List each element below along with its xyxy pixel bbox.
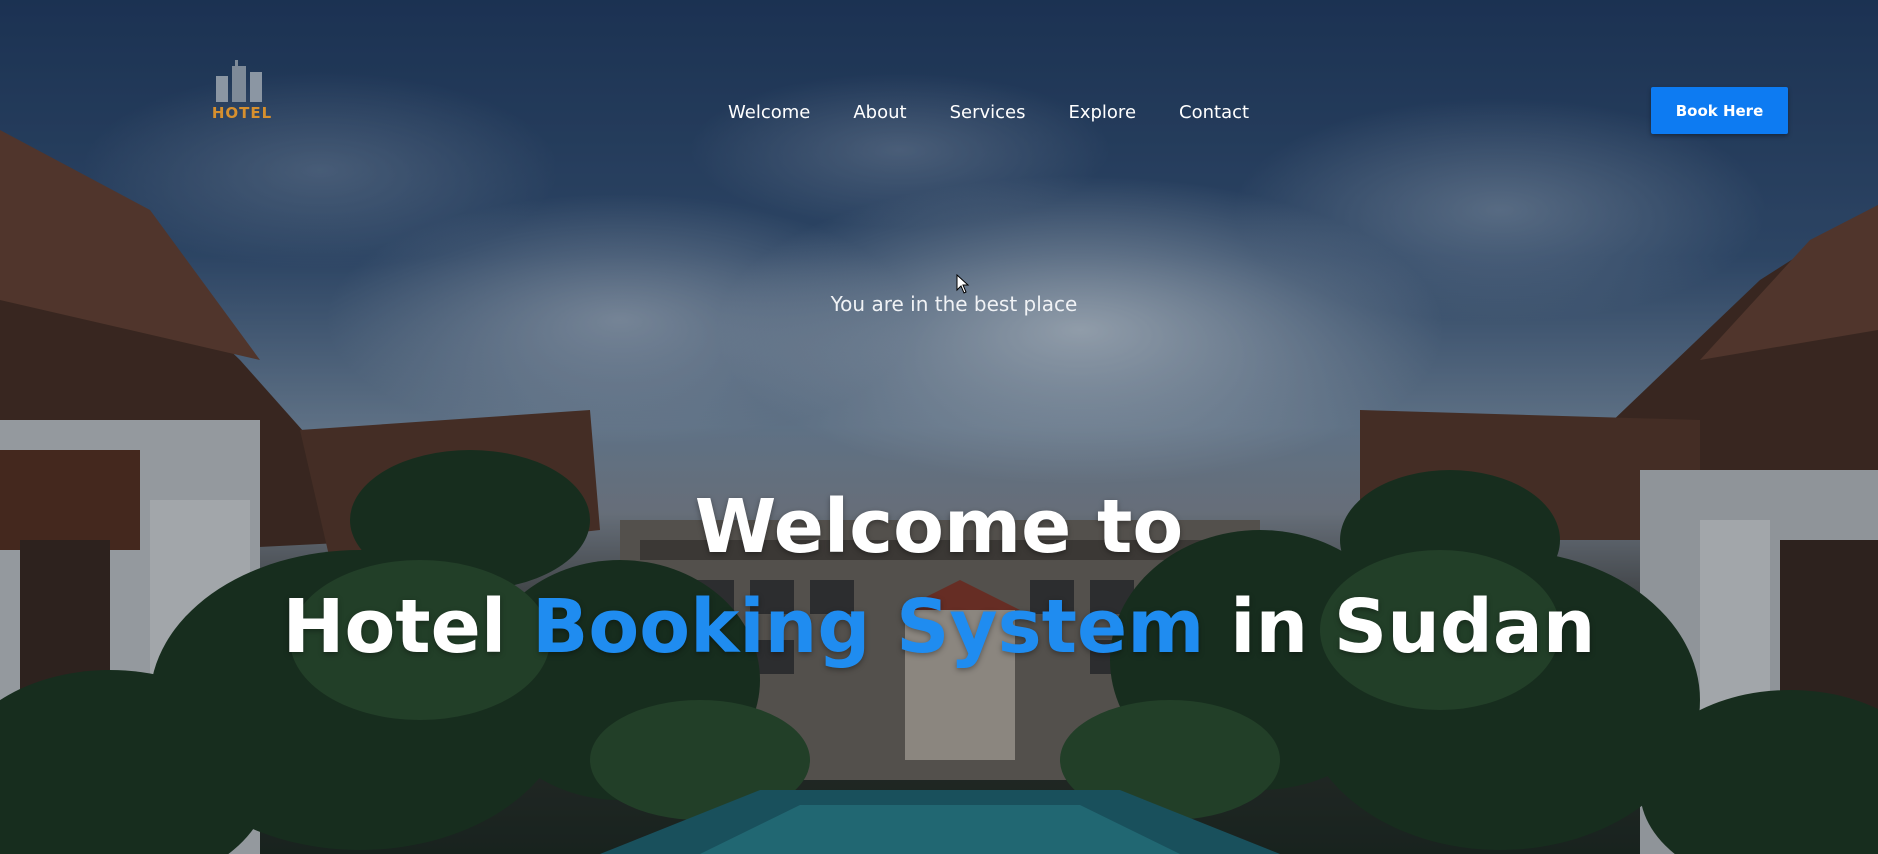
headline-pre: Hotel <box>282 583 507 670</box>
hero-tagline: You are in the best place <box>830 292 1078 316</box>
headline-line-1: Welcome to <box>694 484 1184 570</box>
brand-logo[interactable]: HOTEL <box>202 60 282 130</box>
headline-highlight: Booking System <box>532 583 1205 670</box>
nav-item-about[interactable]: About <box>853 100 906 130</box>
nav-item-explore[interactable]: Explore <box>1068 100 1136 130</box>
main-nav: Welcome About Services Explore Contact <box>728 100 1292 130</box>
logo-text: HOTEL <box>211 104 273 122</box>
site-header: HOTEL Welcome About Services Explore Con… <box>0 0 1878 200</box>
building-icon <box>216 60 262 102</box>
nav-item-contact[interactable]: Contact <box>1179 100 1249 130</box>
nav-item-services[interactable]: Services <box>950 100 1026 130</box>
nav-item-welcome[interactable]: Welcome <box>728 100 810 130</box>
headline-post: in Sudan <box>1230 583 1596 670</box>
book-here-button[interactable]: Book Here <box>1651 87 1788 134</box>
mouse-pointer-icon <box>956 274 970 294</box>
hero-headline: Welcome to Hotel Booking System in Sudan <box>0 478 1878 678</box>
